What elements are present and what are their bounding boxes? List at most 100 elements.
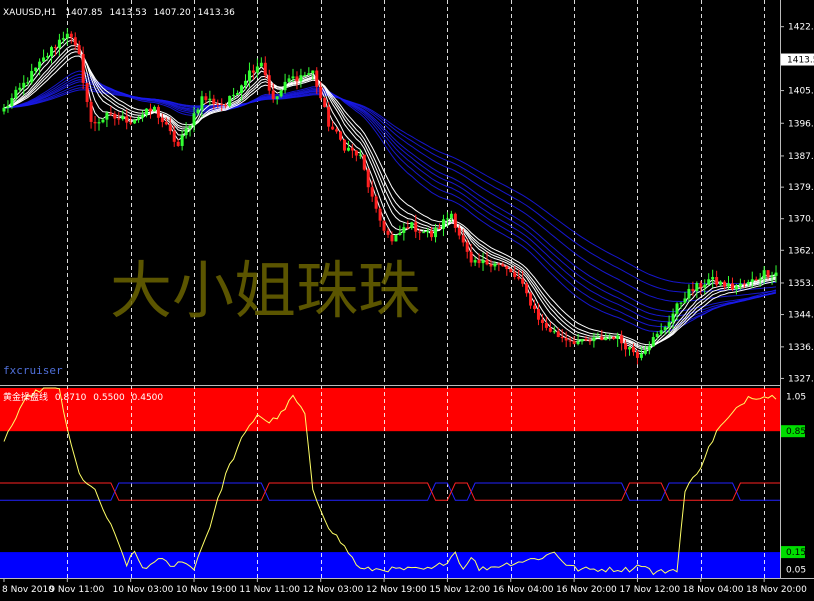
candle-body xyxy=(105,112,109,120)
candle-body xyxy=(339,131,343,140)
indicator-param-1: 0.8710 xyxy=(55,393,87,403)
candle-body xyxy=(746,281,750,285)
candle-body xyxy=(323,98,327,107)
candle-body xyxy=(22,82,26,88)
candle-body xyxy=(774,272,778,276)
candle-body xyxy=(148,108,152,112)
candle-body xyxy=(85,82,89,102)
candle-body xyxy=(263,62,267,76)
candle-body xyxy=(101,119,105,123)
time-tick-label: 16 Nov 04:00 xyxy=(493,585,554,595)
candle-body xyxy=(6,105,10,108)
candle-body xyxy=(196,109,200,114)
candle-body xyxy=(216,103,220,105)
candle-body xyxy=(430,230,434,238)
candle-body xyxy=(53,47,57,49)
candle-body xyxy=(315,70,319,87)
time-tick-label: 10 Nov 19:00 xyxy=(176,585,237,595)
candle-body xyxy=(497,263,501,265)
candle-body xyxy=(291,76,295,79)
candle-body xyxy=(639,353,643,358)
indicator-tick-label: 0.05 xyxy=(786,565,806,575)
candle-body xyxy=(240,85,244,93)
candle-body xyxy=(457,227,461,236)
candle-body xyxy=(362,154,366,170)
price-tick-label: 1336.0 xyxy=(788,343,814,353)
candle-body xyxy=(758,278,762,281)
candle-body xyxy=(620,335,624,344)
current-price-label: 1413.5 xyxy=(787,56,814,66)
candle-body xyxy=(687,288,691,299)
main-chart-header: XAUUSD,H1 1407.85 1413.53 1407.20 1413.3… xyxy=(3,8,235,18)
candle-body xyxy=(57,39,61,48)
candle-body xyxy=(651,337,655,347)
candle-body xyxy=(604,337,608,341)
price-tick-label: 1353.2 xyxy=(788,279,814,289)
candle-body xyxy=(382,220,386,231)
candle-body xyxy=(346,147,350,151)
candle-body xyxy=(398,232,402,235)
candle-body xyxy=(402,227,406,233)
candle-body xyxy=(556,331,560,338)
price-tick-label: 1327.5 xyxy=(788,374,814,384)
candle-body xyxy=(236,92,240,95)
candle-body xyxy=(489,264,493,267)
candle-body xyxy=(738,283,742,287)
candle-body xyxy=(192,113,196,126)
brand-label: fxcruiser xyxy=(3,364,63,377)
candle-body xyxy=(624,343,628,350)
candle-body xyxy=(251,70,255,73)
candle-body xyxy=(406,227,410,229)
candle-body xyxy=(734,286,738,290)
time-tick-label: 18 Nov 04:00 xyxy=(683,585,744,595)
candle-body xyxy=(588,340,592,342)
candle-body xyxy=(679,302,683,304)
candle-body xyxy=(283,81,287,91)
candle-body xyxy=(596,336,600,338)
candle-body xyxy=(133,120,137,124)
candle-body xyxy=(750,279,754,282)
candle-body xyxy=(754,279,758,281)
time-tick-label: 18 Nov 20:00 xyxy=(746,585,807,595)
candle-body xyxy=(358,154,362,156)
candle-body xyxy=(742,283,746,285)
candle-body xyxy=(616,335,620,339)
candle-body xyxy=(533,305,537,310)
candle-body xyxy=(501,264,505,267)
candle-body xyxy=(137,117,141,121)
symbol-title: XAUUSD,H1 xyxy=(3,8,57,18)
candle-body xyxy=(600,336,604,341)
candle-body xyxy=(259,62,263,67)
lower-zone xyxy=(0,552,780,578)
candle-body xyxy=(152,106,156,112)
candle-body xyxy=(608,336,612,338)
price-tick-label: 1387.4 xyxy=(788,152,814,162)
indicator-tick-label: 0.15 xyxy=(786,548,806,558)
candle-body xyxy=(279,90,283,97)
candle-body xyxy=(145,108,149,115)
candle-body xyxy=(703,284,707,288)
candle-body xyxy=(426,230,430,233)
candle-body xyxy=(628,347,632,350)
price-tick-label: 1362.0 xyxy=(788,246,814,256)
candle-body xyxy=(723,281,727,287)
candle-body xyxy=(453,213,457,228)
watermark: 大小姐珠珠 xyxy=(110,254,420,327)
candle-body xyxy=(513,272,517,278)
time-tick-label: 11 Nov 11:00 xyxy=(239,585,300,595)
candle-body xyxy=(89,101,93,122)
candle-body xyxy=(394,234,398,242)
price-tick-label: 1422.2 xyxy=(788,23,814,33)
indicator-title: 黄金操盘线 xyxy=(3,391,48,403)
candle-body xyxy=(481,260,485,264)
candle-body xyxy=(441,219,445,229)
candle-body xyxy=(766,270,770,277)
candle-body xyxy=(224,105,228,107)
candle-body xyxy=(552,331,556,333)
candle-body xyxy=(509,269,513,273)
candle-body xyxy=(536,309,540,320)
candle-body xyxy=(655,333,659,338)
candle-body xyxy=(69,33,73,38)
candle-body xyxy=(65,33,69,39)
candle-body xyxy=(172,131,176,142)
